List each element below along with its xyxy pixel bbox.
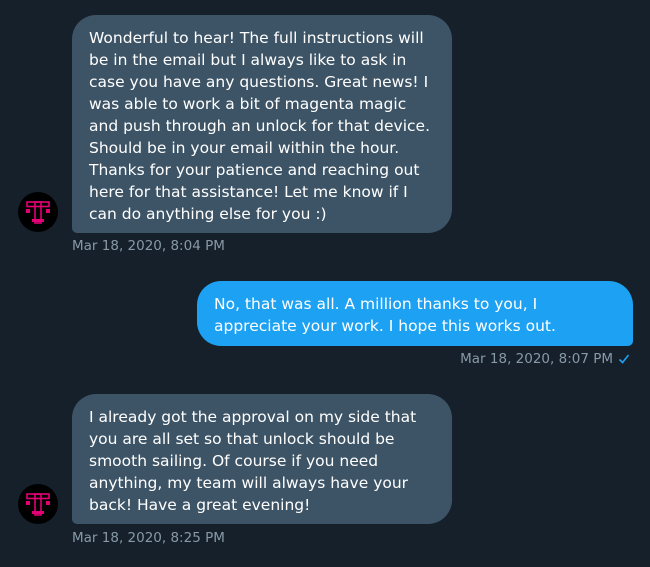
dm-conversation: Wonderful to hear! The full instructions… [0, 0, 650, 567]
message-timestamp: Mar 18, 2020, 8:07 PM [460, 351, 630, 369]
message-timestamp: Mar 18, 2020, 8:25 PM [72, 530, 225, 546]
t-mobile-logo-icon[interactable] [18, 484, 58, 524]
message-timestamp: Mar 18, 2020, 8:04 PM [72, 238, 225, 254]
timestamp-text: Mar 18, 2020, 8:07 PM [460, 351, 613, 367]
message-bubble-incoming[interactable]: I already got the approval on my side th… [72, 394, 452, 524]
message-bubble-incoming[interactable]: Wonderful to hear! The full instructions… [72, 15, 452, 233]
t-mobile-logo-icon[interactable] [18, 192, 58, 232]
message-bubble-outgoing[interactable]: No, that was all. A million thanks to yo… [197, 281, 633, 346]
read-check-icon [618, 353, 630, 369]
